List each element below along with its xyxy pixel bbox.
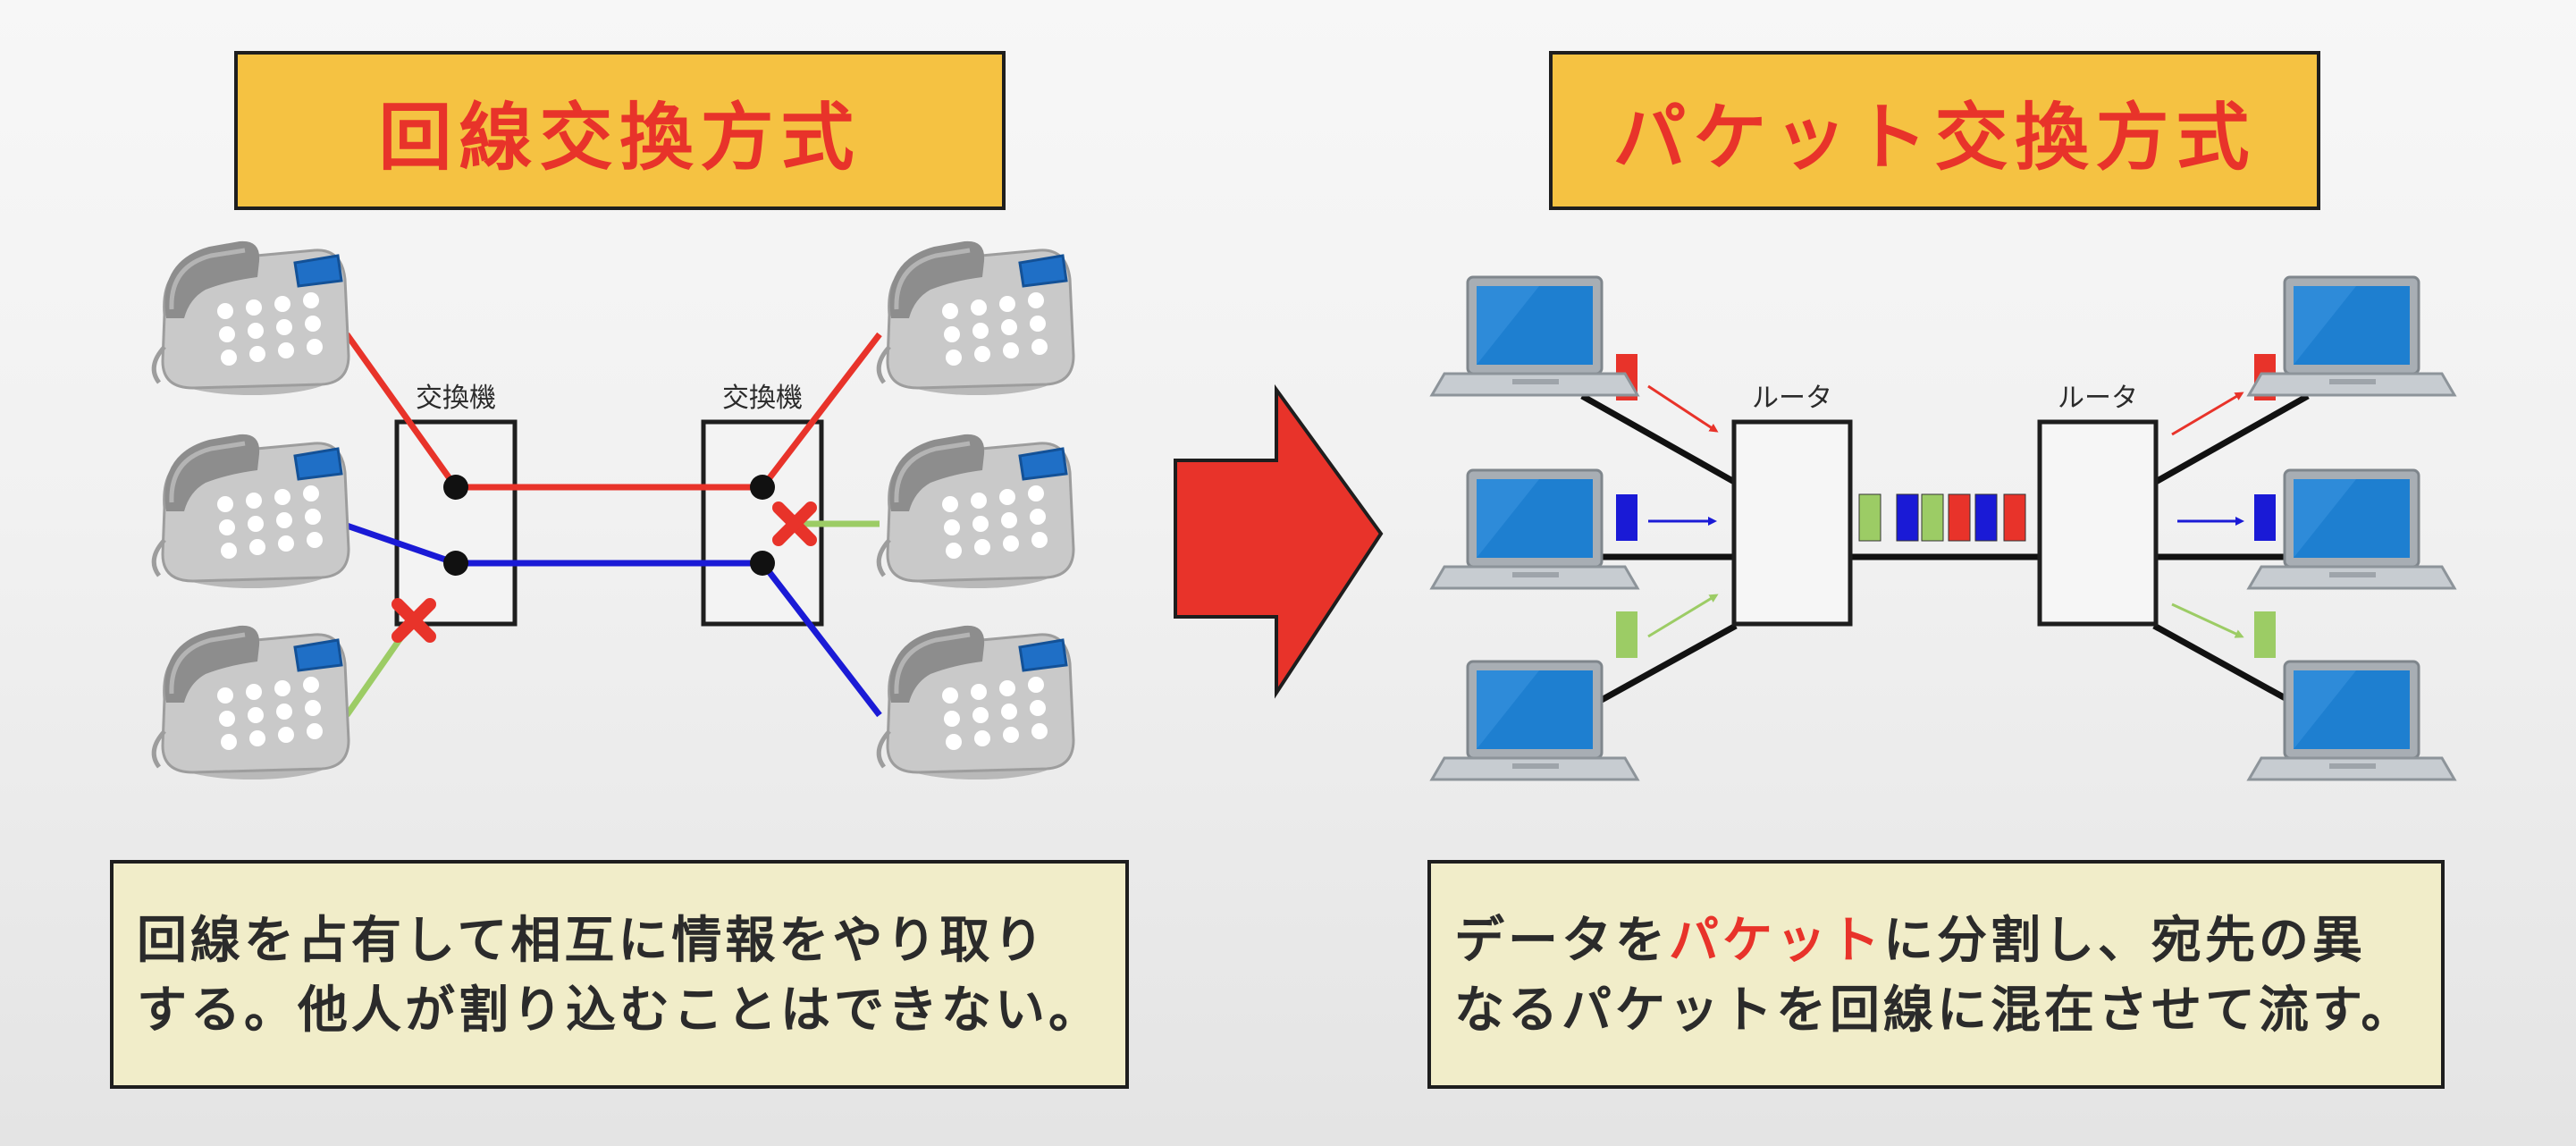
laptop-icon: [2247, 468, 2456, 590]
laptop-icon: [1430, 275, 1639, 397]
telephone-icon: [154, 241, 349, 395]
packet-green: [1616, 611, 1637, 658]
description-line: データをパケットに分割し、宛先の異: [1454, 906, 2441, 976]
packet-switching-description: データをパケットに分割し、宛先の異 なるパケットを回線に混在させて流す。: [1427, 860, 2445, 1089]
switch-label-1: 交換機: [416, 383, 496, 414]
laptop-icon: [1430, 660, 1639, 781]
packet-blue: [1616, 494, 1637, 541]
telephone-icon: [879, 434, 1073, 588]
description-text: データを: [1454, 912, 1669, 970]
description-line: なるパケットを回線に混在させて流す。: [1454, 982, 2415, 1040]
packet-direction-arrow: [1647, 384, 1719, 433]
right-arrow-icon: [1174, 383, 1384, 699]
telephone-icon: [154, 434, 349, 588]
router-label-1: ルータ: [1752, 383, 1832, 414]
packet-direction-arrow: [1647, 594, 1719, 638]
switch-node: [443, 551, 468, 576]
packet-direction-arrow: [2171, 392, 2244, 436]
packet-blue: [1974, 493, 1998, 542]
switch-node: [750, 551, 775, 576]
circuit-switching-description: 回線を占有して相互に情報をやり取り する。他人が割り込むことはできない。: [110, 860, 1129, 1089]
laptop-icon: [1430, 468, 1639, 590]
telephone-icon: [879, 241, 1073, 395]
network-links: [1580, 392, 2310, 714]
left-switch-1: [394, 419, 518, 627]
packet-red: [1948, 493, 1971, 542]
description-line: する。他人が割り込むことはできない。: [137, 982, 1102, 1040]
packet-direction-arrow: [2171, 602, 2244, 638]
highlight-keyword: パケット: [1669, 912, 1883, 970]
laptop-icon: [2247, 275, 2456, 397]
laptop-icon: [2247, 660, 2456, 781]
packet-green: [2254, 611, 2276, 658]
packet-red: [2003, 493, 2026, 542]
router-label-2: ルータ: [2058, 383, 2138, 414]
packet-blue: [1896, 493, 1919, 542]
router-1: [1731, 419, 1853, 627]
packet-stream: [1858, 493, 2026, 542]
description-text: に分割し、宛先の異: [1883, 912, 2366, 970]
packet-green: [1921, 493, 1944, 542]
description-line: 回線を占有して相互に情報をやり取り: [137, 912, 1048, 970]
router-2: [2037, 419, 2159, 627]
telephone-icon: [879, 626, 1073, 779]
packet-blue: [2254, 494, 2276, 541]
switch-node: [750, 475, 775, 500]
packet-green: [1858, 493, 1881, 542]
telephone-icon: [154, 626, 349, 779]
switch-node: [443, 475, 468, 500]
switch-label-2: 交換機: [722, 383, 803, 414]
